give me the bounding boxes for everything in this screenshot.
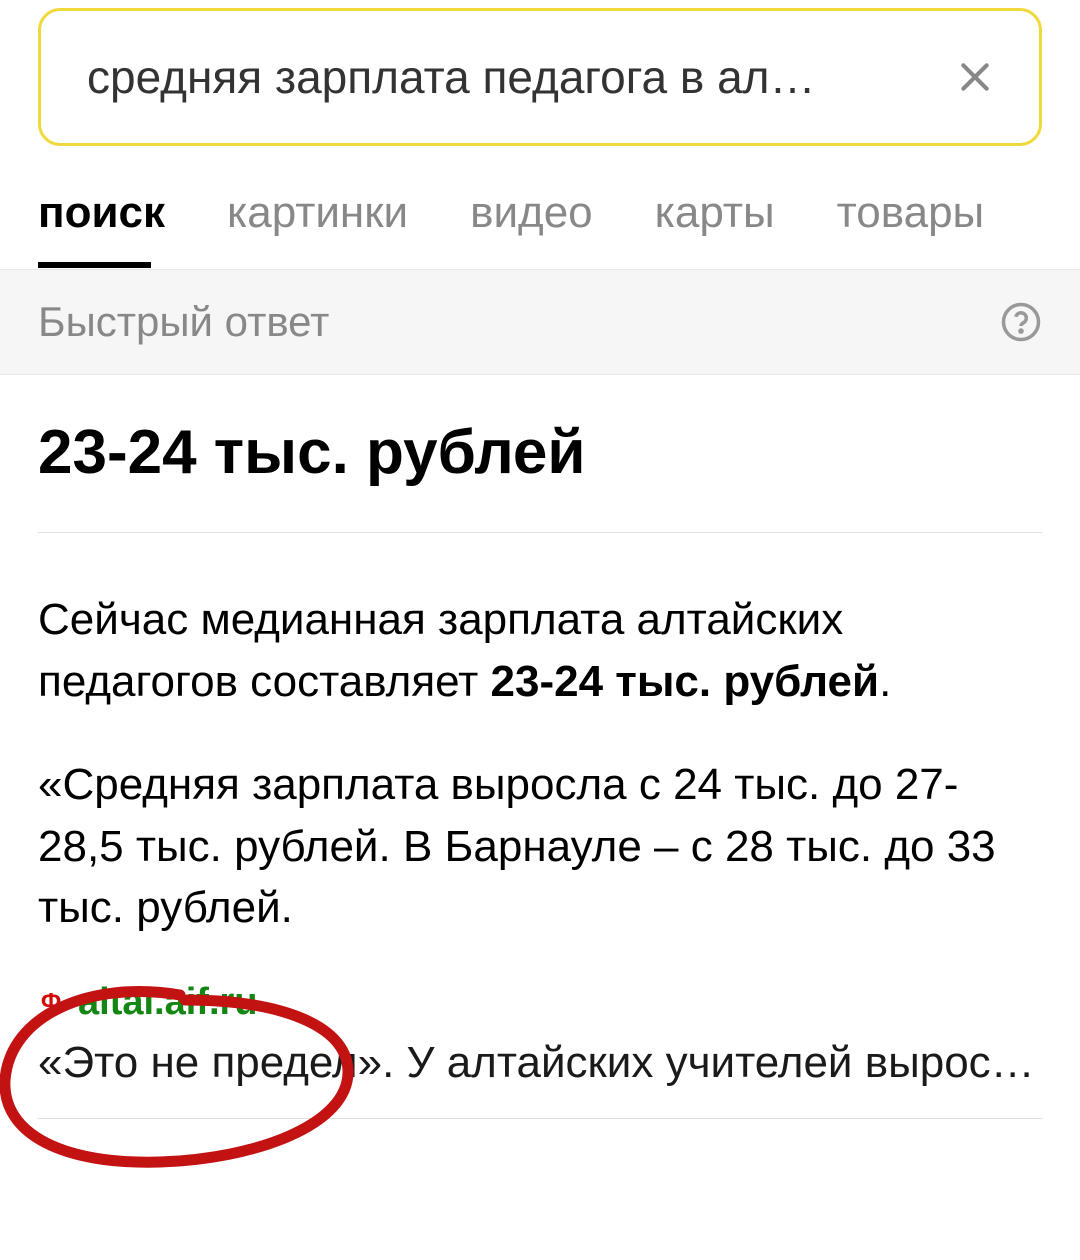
answer-card: 23-24 тыс. рублей Сейчас медианная зарпл… [0, 375, 1080, 1119]
help-icon[interactable] [1000, 301, 1042, 343]
search-container: средняя зарплата педагога в ал… [0, 0, 1080, 146]
tab-images[interactable]: картинки [227, 188, 408, 268]
answer-text-bold: 23-24 тыс. рублей [491, 657, 880, 706]
source-favicon-icon: Ф [38, 989, 64, 1015]
source-title: «Это не предел». У алтайских учителей вы… [38, 1038, 1042, 1088]
clear-icon[interactable] [951, 53, 999, 101]
source-domain-row: Ф altai.aif.ru [38, 981, 1042, 1024]
answer-text-span: . [879, 657, 891, 706]
tab-video[interactable]: видео [470, 188, 593, 268]
answer-paragraph-2: «Средняя зарплата выросла с 24 тыс. до 2… [38, 754, 1042, 939]
svg-text:Ф: Ф [41, 989, 61, 1015]
quick-answer-header: Быстрый ответ [0, 269, 1080, 375]
tab-search[interactable]: поиск [38, 188, 165, 268]
answer-paragraph-1: Сейчас медианная зарплата алтайских педа… [38, 589, 1042, 712]
source-block[interactable]: Ф altai.aif.ru «Это не предел». У алтайс… [38, 981, 1042, 1119]
quick-answer-label: Быстрый ответ [38, 298, 329, 346]
search-box[interactable]: средняя зарплата педагога в ал… [38, 8, 1042, 146]
source-domain: altai.aif.ru [78, 981, 258, 1024]
tab-maps[interactable]: карты [655, 188, 775, 268]
source-divider [38, 1118, 1042, 1119]
search-input[interactable]: средняя зарплата педагога в ал… [87, 50, 931, 104]
tab-goods[interactable]: товары [837, 188, 985, 268]
answer-text: Сейчас медианная зарплата алтайских педа… [38, 589, 1042, 939]
answer-headline: 23-24 тыс. рублей [38, 417, 1042, 533]
tabs: поиск картинки видео карты товары [0, 146, 1080, 269]
